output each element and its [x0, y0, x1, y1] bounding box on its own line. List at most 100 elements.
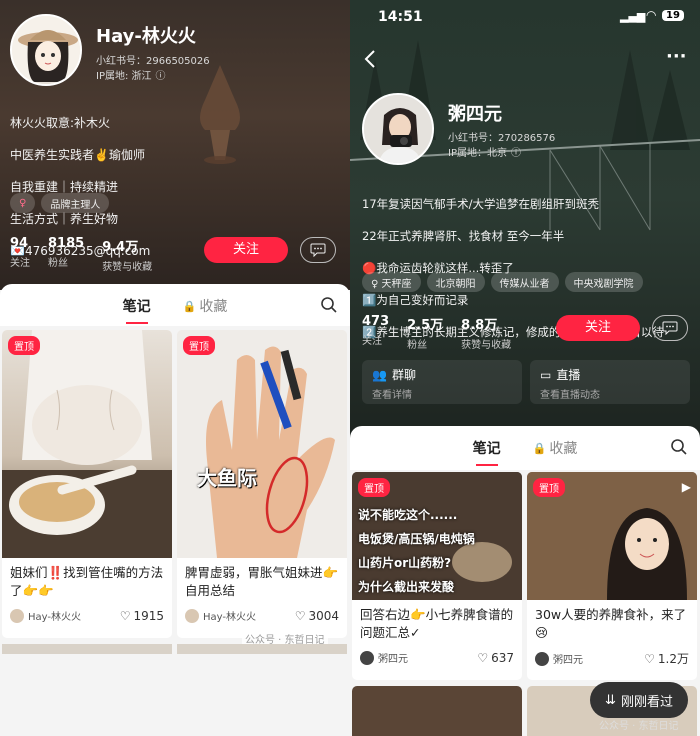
live-camera-icon: ▭ — [540, 367, 552, 382]
gender-tag[interactable]: ♀ — [10, 193, 36, 213]
lock-icon: 🔒 — [182, 299, 197, 313]
message-button[interactable] — [300, 237, 336, 263]
profile-stats: 94 关注 8185 粉丝 9.4万获赞与收藏 — [10, 236, 152, 273]
like-count: 1.2万 — [657, 652, 689, 666]
follow-button[interactable]: 关注 — [204, 237, 288, 263]
note-title: 回答右边👉小七养脾食谱的问题汇总✓ — [360, 607, 514, 640]
note-author[interactable]: Hay-林火火 — [10, 608, 120, 623]
tag-zodiac[interactable]: ♀ 天秤座 — [362, 272, 421, 292]
stat-number: 2.5万 — [407, 318, 444, 333]
pinned-badge: 置顶 — [8, 336, 40, 355]
avatar-illustration-icon — [12, 16, 80, 84]
signal-icon: ▂▄▆ — [620, 10, 646, 23]
like-count: 3004 — [308, 608, 339, 623]
stat-label: 关注 — [362, 336, 382, 347]
tag-label: ♀ 天秤座 — [371, 278, 412, 290]
like-count: 1915 — [133, 608, 164, 623]
pinned-badge: 置顶 — [358, 478, 390, 497]
recently-viewed-button[interactable]: ⇊ 刚刚看过 — [590, 682, 688, 718]
bio-line: 生活方式｜养生好物 — [10, 212, 119, 226]
bio-line: 林火火取意:补木火 — [10, 116, 111, 130]
note-footer: 粥四元 ♡ 637 — [352, 646, 522, 669]
note-card[interactable]: 置顶 说不能吃这个...... 电饭煲/高压锅/电炖锅 山药片or山药粉? 为什… — [352, 472, 522, 680]
note-cover-image: 置顶 说不能吃这个...... 电饭煲/高压锅/电炖锅 山药片or山药粉? 为什… — [352, 472, 522, 600]
stat-following[interactable]: 94 关注 — [10, 236, 30, 273]
stat-likes[interactable]: 8.8万 获赞与收藏 — [461, 314, 511, 351]
note-cover-image: 置顶 — [2, 330, 172, 558]
note-author[interactable]: Hay-林火火 — [185, 608, 295, 623]
more-options-icon[interactable]: ··· — [666, 46, 687, 67]
status-time: 14:51 — [378, 9, 423, 25]
button-label: 刚刚看过 — [620, 694, 673, 710]
search-icon[interactable] — [320, 296, 338, 314]
stat-number: 8185 — [48, 236, 85, 251]
info-icon[interactable]: ⓘ — [156, 67, 166, 82]
message-button[interactable] — [652, 315, 688, 341]
tag-label: 北京朝阳 — [435, 278, 476, 290]
stat-label: 获赞与收藏 — [102, 262, 153, 273]
tab-notes[interactable]: 笔记 — [457, 438, 517, 466]
avatar[interactable] — [362, 93, 434, 165]
follow-button[interactable]: 关注 — [556, 315, 640, 341]
cover-overlay-text: 说不能吃这个...... — [358, 508, 458, 522]
profession-tag[interactable]: 品牌主理人 — [41, 193, 110, 213]
like-button[interactable]: ♡ 3004 — [295, 609, 339, 623]
like-button[interactable]: ♡ 1.2万 — [644, 650, 689, 667]
back-arrow-icon[interactable] — [364, 50, 376, 68]
function-title: 群聊 — [391, 368, 416, 382]
author-name: 粥四元 — [378, 654, 408, 665]
note-card[interactable]: 置顶 ▶ 30w人要的养脾食补，来了😢 粥四元 ♡ 1.2万 — [527, 472, 697, 680]
wifi-icon: ◠ — [646, 8, 657, 22]
note-author[interactable]: 粥四元 — [360, 650, 477, 665]
tab-label: 收藏 — [199, 299, 228, 315]
search-icon[interactable] — [670, 438, 688, 456]
stat-label: 关注 — [10, 258, 30, 269]
function-subtitle: 查看详情 — [372, 390, 412, 401]
profile-id: 小红书号：270286576 — [448, 133, 556, 144]
stat-number: 9.4万 — [102, 240, 139, 255]
stat-followers[interactable]: 8185 粉丝 — [48, 236, 84, 273]
profile-name: Hay-林火火 — [96, 26, 196, 47]
tab-collect[interactable]: 🔒 收藏 — [517, 438, 594, 458]
next-card-preview — [2, 644, 172, 654]
pinned-badge: 置顶 — [183, 336, 215, 355]
like-button[interactable]: ♡ 637 — [477, 651, 514, 665]
profile-name: 粥四元 — [448, 104, 502, 125]
watermark: 公众号 · 东哲日记 — [599, 721, 679, 732]
tab-label: 收藏 — [549, 441, 578, 457]
note-author[interactable]: 粥四元 — [535, 651, 644, 666]
info-icon[interactable]: ⓘ — [511, 144, 521, 159]
tag-profession[interactable]: 传媒从业者 — [490, 272, 559, 292]
content-tabs: 笔记 🔒 收藏 — [0, 284, 350, 328]
tag-school[interactable]: 中央戏剧学院 — [564, 272, 643, 292]
live-stream-button[interactable]: ▭ 直播 查看直播动态 — [530, 360, 690, 404]
group-chat-button[interactable]: 👥 群聊 查看详情 — [362, 360, 522, 404]
avatar[interactable] — [10, 14, 82, 86]
stat-likes[interactable]: 9.4万获赞与收藏 — [102, 236, 152, 273]
chat-icon — [310, 243, 326, 257]
tag-label: 品牌主理人 — [50, 199, 101, 211]
stat-following[interactable]: 473 关注 — [362, 314, 389, 351]
note-title: 脾胃虚弱，胃胀气姐妹进👉自用总结 — [185, 565, 339, 598]
profile-tags: ♀ 天秤座 北京朝阳 传媒从业者 中央戏剧学院 — [362, 272, 643, 292]
tab-collect[interactable]: 🔒 收藏 — [167, 296, 244, 316]
cover-overlay-text: 电饭煲/高压锅/电炖锅 — [358, 532, 475, 546]
note-card[interactable]: 置顶 大鱼际 脾胃虚弱，胃胀气姐妹进👉自用总结 Hay-林火火 ♡ 3004 — [177, 330, 347, 638]
tag-location[interactable]: 北京朝阳 — [426, 272, 485, 292]
group-icon: 👥 — [372, 367, 387, 382]
status-bar: 14:51 ▂▄▆ ◠ 19 — [350, 0, 700, 32]
bio-line: 22年正式养脾肾肝、找食材 至今一年半 — [362, 229, 565, 243]
function-subtitle: 查看直播动态 — [540, 390, 600, 401]
tab-notes[interactable]: 笔记 — [107, 296, 167, 324]
note-footer: Hay-林火火 ♡ 3004 — [177, 604, 347, 627]
note-card[interactable]: 置顶 姐妹们‼️找到管住嘴的方法了👉👉 Hay-林火火 ♡ 1915 — [2, 330, 172, 638]
video-play-icon: ▶ — [681, 480, 691, 494]
like-button[interactable]: ♡ 1915 — [120, 609, 164, 623]
author-avatar — [535, 651, 549, 666]
stat-followers[interactable]: 2.5万 粉丝 — [407, 314, 443, 351]
author-name: 粥四元 — [553, 655, 583, 666]
right-profile-screen: 14:51 ▂▄▆ ◠ 19 ··· 粥四元 小红书号：270286576 IP… — [350, 0, 700, 736]
bio-line: 中医养生实践者✌️瑜伽师 — [10, 148, 145, 162]
author-avatar — [360, 650, 374, 665]
profile-ip: IP属地：北京 ⓘ — [448, 144, 521, 159]
